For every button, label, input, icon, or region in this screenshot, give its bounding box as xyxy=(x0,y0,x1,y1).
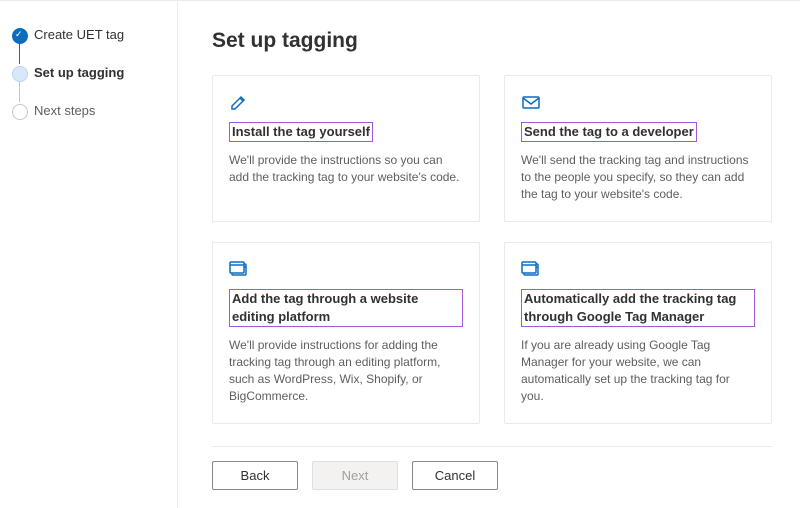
wizard-sidebar: ✓ Create UET tag Set up tagging Next ste… xyxy=(0,1,178,508)
option-cards: Install the tag yourself We'll provide t… xyxy=(212,75,772,424)
card-description: We'll provide the instructions so you ca… xyxy=(229,152,463,186)
card-send-to-developer[interactable]: Send the tag to a developer We'll send t… xyxy=(504,75,772,222)
back-button[interactable]: Back xyxy=(212,461,298,490)
card-description: If you are already using Google Tag Mana… xyxy=(521,337,755,405)
step-label: Next steps xyxy=(34,103,95,118)
step-next-steps[interactable]: Next steps xyxy=(12,103,163,119)
cancel-button[interactable]: Cancel xyxy=(412,461,498,490)
card-title: Add the tag through a website editing pl… xyxy=(229,289,463,327)
card-google-tag-manager[interactable]: Automatically add the tracking tag throu… xyxy=(504,242,772,424)
card-install-yourself[interactable]: Install the tag yourself We'll provide t… xyxy=(212,75,480,222)
card-title-wrap: Install the tag yourself xyxy=(229,122,463,142)
step-label: Set up tagging xyxy=(34,65,124,80)
card-title: Send the tag to a developer xyxy=(521,122,697,142)
main-content: Set up tagging Install the tag yourself … xyxy=(178,1,800,508)
card-title: Automatically add the tracking tag throu… xyxy=(521,289,755,327)
card-editing-platform[interactable]: Add the tag through a website editing pl… xyxy=(212,242,480,424)
browser-icon xyxy=(521,259,755,279)
step-label: Create UET tag xyxy=(34,27,124,42)
next-button: Next xyxy=(312,461,398,490)
card-description: We'll send the tracking tag and instruct… xyxy=(521,152,755,203)
card-title-wrap: Automatically add the tracking tag throu… xyxy=(521,289,755,327)
mail-icon xyxy=(521,92,755,112)
wizard-steps: ✓ Create UET tag Set up tagging Next ste… xyxy=(12,27,163,119)
step-set-up-tagging[interactable]: Set up tagging xyxy=(12,65,163,81)
page-root: ✓ Create UET tag Set up tagging Next ste… xyxy=(0,0,800,508)
check-icon: ✓ xyxy=(15,30,23,39)
card-title-wrap: Add the tag through a website editing pl… xyxy=(229,289,463,327)
wizard-footer: Back Next Cancel xyxy=(212,446,772,490)
page-title: Set up tagging xyxy=(212,29,772,53)
card-description: We'll provide instructions for adding th… xyxy=(229,337,463,405)
step-create-uet-tag[interactable]: ✓ Create UET tag xyxy=(12,27,163,43)
card-title: Install the tag yourself xyxy=(229,122,373,142)
browser-icon xyxy=(229,259,463,279)
card-title-wrap: Send the tag to a developer xyxy=(521,122,755,142)
pencil-icon xyxy=(229,92,463,112)
